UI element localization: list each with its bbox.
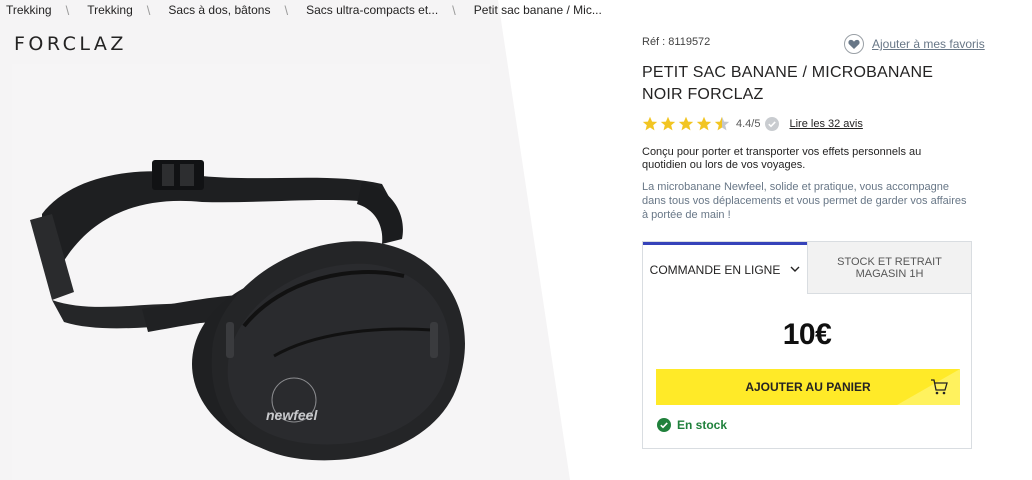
breadcrumb-label[interactable]: Trekking — [0, 3, 52, 17]
star-icon — [642, 116, 658, 131]
rating-stars — [642, 116, 730, 132]
star-icon — [660, 116, 676, 131]
purchase-box: COMMANDE EN LIGNE STOCK ET RETRAIT MAGAS… — [642, 241, 972, 449]
tab-store-pickup[interactable]: STOCK ET RETRAIT MAGASIN 1H — [807, 242, 971, 294]
add-to-cart-button[interactable]: AJOUTER AU PANIER — [656, 369, 960, 405]
star-half-icon — [714, 116, 730, 131]
product-price: 10€ — [782, 318, 832, 351]
reviews-link[interactable]: Lire les 32 avis — [789, 118, 862, 130]
tab-store-pickup-label[interactable]: STOCK ET RETRAIT MAGASIN 1H — [835, 256, 945, 280]
star-icon — [678, 116, 694, 131]
bag-brand-label: newfeel — [266, 407, 318, 423]
check-circle-icon — [657, 418, 671, 432]
chevron-down-icon[interactable] — [790, 266, 800, 273]
add-to-favorites-button[interactable]: Ajouter à mes favoris — [844, 34, 985, 54]
breadcrumb-item[interactable]: Sacs ultra-compacts et... \ — [300, 3, 468, 18]
add-to-favorites-label[interactable]: Ajouter à mes favoris — [872, 37, 985, 51]
product-title: PETIT SAC BANANE / MICROBANANE NOIR FORC… — [642, 64, 934, 103]
tab-online-order[interactable]: COMMANDE EN LIGNE — [643, 242, 807, 294]
breadcrumb-label[interactable]: Sacs ultra-compacts et... — [300, 3, 438, 17]
star-icon — [696, 116, 712, 131]
product-rating: 4.4/5 Lire les 32 avis — [642, 116, 863, 132]
delivery-tabs: COMMANDE EN LIGNE STOCK ET RETRAIT MAGAS… — [643, 242, 971, 294]
heart-icon[interactable] — [844, 34, 864, 54]
breadcrumb-separator: \ — [65, 2, 70, 18]
breadcrumb-label[interactable]: Trekking — [81, 3, 133, 17]
breadcrumb-item[interactable]: Sacs à dos, bâtons \ — [162, 3, 300, 18]
stock-status-label: En stock — [677, 418, 728, 432]
breadcrumb-item[interactable]: Trekking \ — [81, 3, 162, 18]
short-description: Conçu pour porter et transporter vos eff… — [642, 146, 922, 171]
breadcrumb-label[interactable]: Sacs à dos, bâtons — [162, 3, 270, 17]
cart-icon[interactable] — [930, 379, 948, 395]
breadcrumb-item-current: Petit sac banane / Mic... — [468, 3, 602, 17]
rating-value: 4.4/5 — [736, 118, 761, 130]
verified-check-icon — [765, 117, 780, 131]
breadcrumb-separator: \ — [146, 2, 151, 18]
brand-logo[interactable]: FORCLAZ — [14, 33, 127, 55]
breadcrumb-label: Petit sac banane / Mic... — [473, 3, 602, 17]
stock-status: En stock — [657, 418, 727, 432]
breadcrumb-separator: \ — [452, 2, 456, 18]
breadcrumb-item[interactable]: Trekking \ — [0, 3, 81, 18]
product-image[interactable]: newfeel — [12, 64, 490, 480]
product-reference: Réf : 8119572 — [642, 36, 711, 48]
breadcrumb: Trekking \ Trekking \ Sacs à dos, bâtons \ … — [0, 0, 602, 20]
breadcrumb-separator: \ — [284, 2, 289, 18]
long-description: La microbanane Newfeel, solide et pratiq… — [642, 181, 967, 221]
add-to-cart-label[interactable]: AJOUTER AU PANIER — [745, 380, 870, 394]
rating-score: 4.4 — [736, 118, 752, 130]
fanny-pack-illustration: newfeel — [30, 160, 465, 461]
tab-online-order-label[interactable]: COMMANDE EN LIGNE — [650, 263, 781, 277]
